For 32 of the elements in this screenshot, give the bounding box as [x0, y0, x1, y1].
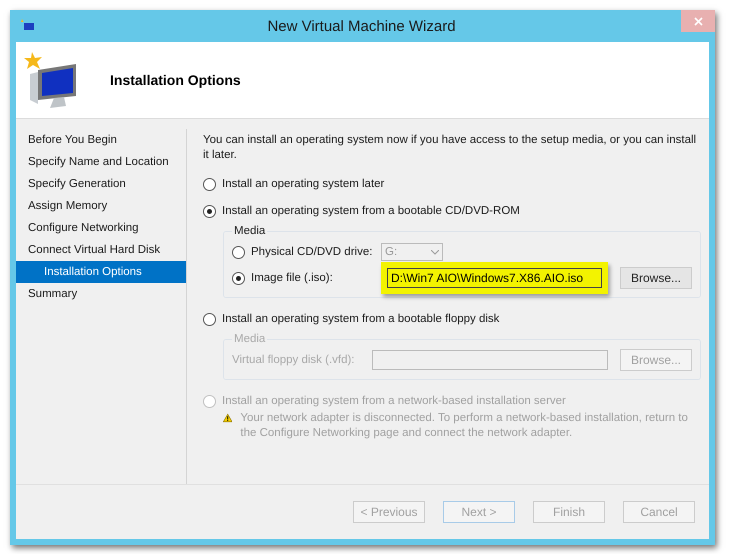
- path-field[interactable]: D:\Win7 AIO\Windows7.X86.AIO.iso: [387, 268, 602, 288]
- radio-button[interactable]: [232, 246, 245, 258]
- radio-button[interactable]: [203, 312, 216, 326]
- radio-button[interactable]: [203, 178, 216, 190]
- app-icon: [20, 19, 36, 33]
- group-label: Media: [233, 333, 266, 345]
- option-label: Install an operating system from a network-based installation server: [222, 395, 566, 407]
- option-label: Install an operating system later: [222, 178, 384, 190]
- wizard-step[interactable]: Configure Networking: [16, 217, 186, 239]
- wizard-step[interactable]: Assign Memory: [16, 195, 186, 217]
- warning-text: Your network adapter is disconnected. To perform a network-based installation, return to the Configure Networking page and connect the network adapter.: [240, 411, 689, 441]
- close-icon: [694, 16, 702, 26]
- wizard-step[interactable]: Specify Generation: [16, 173, 186, 195]
- caret-icon: [431, 250, 439, 254]
- radio-button[interactable]: [232, 272, 245, 284]
- warning-icon: [223, 411, 232, 425]
- field-label: Image file (.iso):: [251, 272, 334, 284]
- wizard-step[interactable]: Installation Options: [16, 261, 186, 283]
- field-label: Physical CD/DVD drive:: [251, 246, 374, 258]
- option-label: Install an operating system from a bootable floppy disk: [222, 313, 500, 325]
- wizard-step[interactable]: Specify Name and Location: [16, 151, 186, 173]
- window-title: New Virtual Machine Wizard: [266, 18, 457, 34]
- wizard-step[interactable]: Summary: [16, 283, 186, 305]
- option-label: Install an operating system from a bootable CD/DVD-ROM: [222, 205, 520, 217]
- intro-text: You can install an operating system now if you have access to the setup media, or you can install it later.: [203, 133, 698, 163]
- wizard-step[interactable]: Connect Virtual Hard Disk: [16, 239, 186, 261]
- group-label: Media: [233, 225, 266, 237]
- browse-button[interactable]: Browse...: [620, 267, 692, 289]
- field-label: Virtual floppy disk (.vfd):: [232, 354, 356, 366]
- page-title: Installation Options: [110, 72, 241, 88]
- radio-button[interactable]: [203, 204, 216, 218]
- wizard-step[interactable]: Before You Begin: [16, 129, 186, 151]
